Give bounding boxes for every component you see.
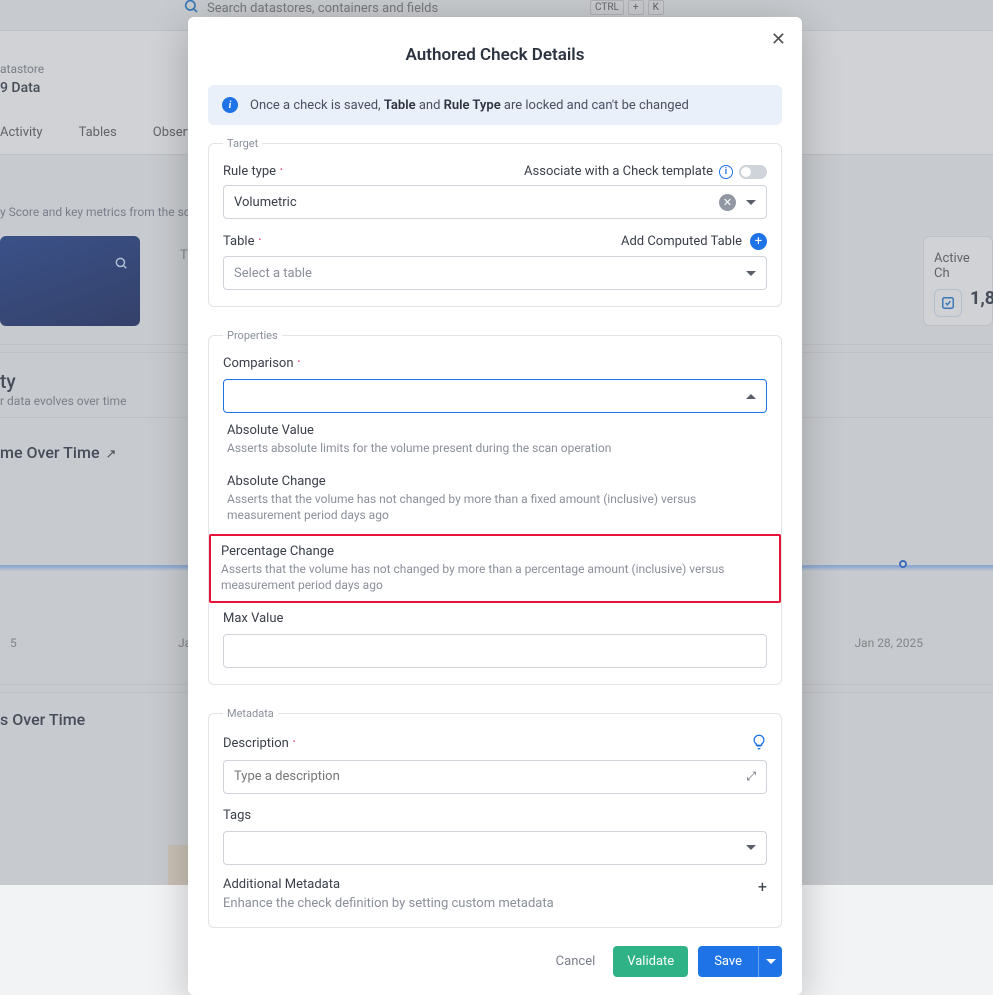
tags-select[interactable] bbox=[223, 831, 767, 865]
table-placeholder: Select a table bbox=[234, 266, 312, 281]
close-button[interactable]: ✕ bbox=[771, 29, 786, 50]
save-button[interactable]: Save bbox=[698, 946, 758, 977]
rule-type-value: Volumetric bbox=[234, 195, 297, 210]
rule-type-label: Rule type bbox=[223, 164, 281, 179]
max-value-label: Max Value bbox=[223, 611, 767, 626]
comparison-select[interactable] bbox=[223, 379, 767, 413]
metadata-legend: Metadata bbox=[223, 707, 278, 720]
info-icon: i bbox=[222, 97, 238, 113]
modal-title: Authored Check Details bbox=[188, 17, 802, 85]
info-icon[interactable]: i bbox=[719, 165, 733, 179]
expand-icon[interactable]: ⤢ bbox=[746, 769, 756, 784]
chevron-down-icon bbox=[766, 959, 776, 964]
add-computed-table-button[interactable]: Add Computed Table + bbox=[621, 233, 767, 250]
comparison-option-absolute-value[interactable]: Absolute Value Asserts absolute limits f… bbox=[223, 415, 767, 466]
table-select[interactable]: Select a table bbox=[223, 256, 767, 290]
modal-footer: Cancel Validate Save bbox=[188, 928, 802, 977]
comparison-option-percentage-change[interactable]: Percentage Change Asserts that the volum… bbox=[209, 534, 781, 603]
rule-type-select[interactable]: Volumetric ✕ bbox=[223, 185, 767, 219]
comparison-option-absolute-change[interactable]: Absolute Change Asserts that the volume … bbox=[223, 466, 767, 533]
comparison-label: Comparison bbox=[223, 356, 767, 371]
plus-icon: + bbox=[750, 233, 767, 250]
chevron-down-icon bbox=[746, 845, 756, 850]
chevron-down-icon bbox=[746, 200, 756, 205]
chevron-down-icon bbox=[746, 271, 756, 276]
description-label: Description bbox=[223, 736, 294, 751]
metadata-section: Metadata Description ⤢ Tags Additional M bbox=[208, 707, 782, 928]
save-dropdown-button[interactable] bbox=[758, 946, 782, 977]
table-label: Table bbox=[223, 234, 259, 249]
description-field[interactable] bbox=[234, 769, 746, 784]
tags-label: Tags bbox=[223, 808, 767, 823]
properties-legend: Properties bbox=[223, 329, 282, 342]
max-value-field[interactable] bbox=[234, 643, 756, 658]
comparison-dropdown: Absolute Value Asserts absolute limits f… bbox=[223, 415, 767, 603]
info-banner: i Once a check is saved, Table and Rule … bbox=[208, 85, 782, 125]
chevron-up-icon bbox=[746, 394, 756, 399]
clear-icon[interactable]: ✕ bbox=[719, 194, 736, 211]
lightbulb-icon[interactable] bbox=[751, 734, 767, 754]
target-legend: Target bbox=[223, 137, 262, 150]
associate-template-toggle[interactable]: Associate with a Check template i bbox=[524, 164, 767, 179]
max-value-input[interactable] bbox=[223, 634, 767, 668]
properties-section: Properties Comparison Absolute Value Ass… bbox=[208, 329, 782, 685]
additional-metadata-subtitle: Enhance the check definition by setting … bbox=[223, 896, 554, 911]
additional-metadata-title: Additional Metadata bbox=[223, 877, 554, 892]
authored-check-modal: ✕ Authored Check Details i Once a check … bbox=[188, 17, 802, 995]
validate-button[interactable]: Validate bbox=[613, 946, 688, 977]
add-metadata-button[interactable]: + bbox=[758, 877, 767, 896]
description-input[interactable]: ⤢ bbox=[223, 760, 767, 794]
cancel-button[interactable]: Cancel bbox=[548, 948, 604, 975]
toggle-switch[interactable] bbox=[739, 165, 767, 179]
target-section: Target Rule type Associate with a Check … bbox=[208, 137, 782, 307]
